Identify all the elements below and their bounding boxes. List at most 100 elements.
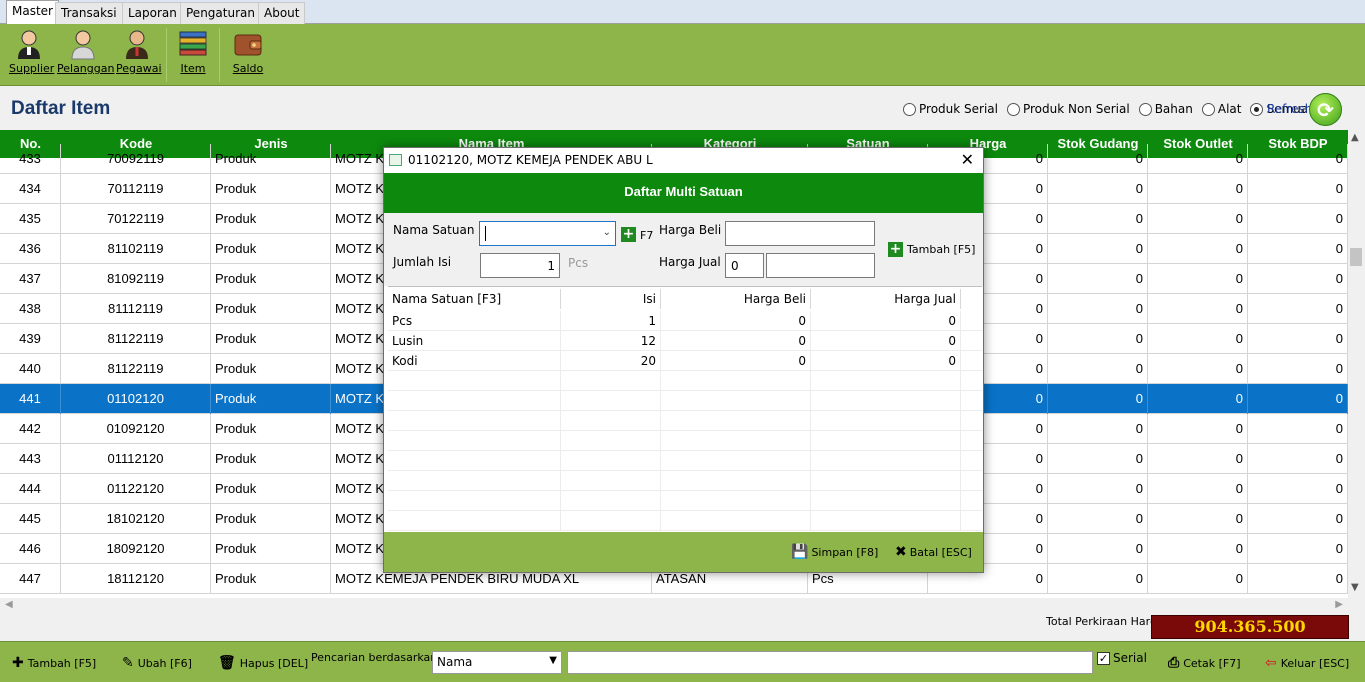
- pencil-icon: ✎: [122, 655, 134, 671]
- cell-stok-outlet: 0: [1148, 384, 1248, 414]
- cell-stok-gudang: 0: [1048, 444, 1148, 474]
- cell-stok-bdp: 0: [1248, 354, 1348, 384]
- harga-beli-input[interactable]: [725, 221, 875, 246]
- column-header-nama-satuan[interactable]: Nama Satuan [F3]: [388, 289, 561, 309]
- jumlah-isi-input[interactable]: 1: [480, 253, 560, 278]
- supplier-label: Supplier: [9, 62, 55, 75]
- cell-stok-gudang: 0: [1048, 354, 1148, 384]
- page-title: Daftar Item: [11, 98, 111, 119]
- cell-no: 444: [0, 474, 61, 504]
- pelanggan-button[interactable]: Pelanggan: [57, 28, 114, 75]
- unit-cell-isi: 20: [561, 351, 661, 371]
- harga-jual-input[interactable]: 0: [725, 253, 764, 278]
- unit-cell-isi: [561, 491, 661, 511]
- save-label: Simpan [F8]: [811, 545, 879, 559]
- unit-table-empty-row: [388, 471, 982, 491]
- grid-horizontal-scrollbar[interactable]: ◀ ▶: [0, 598, 1348, 614]
- tambah-unit-button[interactable]: Tambah [F5]: [907, 243, 975, 256]
- exit-button[interactable]: ⇦ Keluar [ESC]: [1265, 655, 1349, 671]
- cell-kode: 18102120: [61, 504, 211, 534]
- scroll-up-icon[interactable]: ▲: [1351, 132, 1359, 143]
- menu-tab-transaksi[interactable]: Transaksi: [55, 2, 123, 24]
- cell-no: 441: [0, 384, 61, 414]
- cancel-label: Batal [ESC]: [909, 545, 972, 559]
- cell-kode: 01122120: [61, 474, 211, 504]
- saldo-button[interactable]: Saldo: [231, 28, 265, 75]
- serial-checkbox[interactable]: ✓ Serial: [1097, 651, 1147, 665]
- harga-jual-extra-input[interactable]: [766, 253, 875, 278]
- refresh-icon[interactable]: ⟳: [1309, 93, 1342, 126]
- unit-cell-nama: [388, 431, 561, 451]
- unit-cell-harga-beli: [661, 391, 811, 411]
- unit-cell-nama: [388, 451, 561, 471]
- menu-tab-about[interactable]: About: [258, 2, 306, 24]
- refresh-label[interactable]: Refresh: [1267, 102, 1312, 116]
- cell-jenis: Produk: [211, 264, 331, 294]
- dialog-footer: 💾 Simpan [F8] ✖ Batal [ESC]: [384, 532, 983, 572]
- cell-stok-gudang: 0: [1048, 564, 1148, 594]
- pegawai-button[interactable]: Pegawai: [116, 28, 162, 75]
- filter-produk-serial[interactable]: Produk Serial: [903, 102, 998, 116]
- cell-kode: 81092119: [61, 264, 211, 294]
- filter-produk-non-serial[interactable]: Produk Non Serial: [1006, 102, 1130, 116]
- item-button[interactable]: Item: [176, 28, 210, 75]
- add-item-button[interactable]: ✚ Tambah [F5]: [12, 655, 96, 671]
- filter-alat[interactable]: Alat: [1201, 102, 1241, 116]
- printer-icon: ⎙: [1168, 655, 1180, 671]
- cell-no: 447: [0, 564, 61, 594]
- unit-table-row[interactable]: Pcs 1 0 0: [388, 311, 982, 331]
- cell-kode: 81122119: [61, 354, 211, 384]
- search-field-select[interactable]: Nama ▼: [432, 651, 562, 674]
- unit-table-row[interactable]: Lusin 12 0 0: [388, 331, 982, 351]
- column-header-isi[interactable]: Isi: [561, 289, 661, 309]
- cell-no: 438: [0, 294, 61, 324]
- unit-cell-harga-beli: [661, 411, 811, 431]
- add-unit-type-icon[interactable]: +: [621, 227, 636, 242]
- unit-cell-isi: 1: [561, 311, 661, 331]
- cell-stok-bdp: 0: [1248, 234, 1348, 264]
- delete-item-button[interactable]: 🗑 Hapus [DEL]: [218, 655, 308, 671]
- cell-kode: 70112119: [61, 174, 211, 204]
- save-button[interactable]: 💾 Simpan [F8]: [791, 544, 878, 560]
- cell-stok-outlet: 0: [1148, 294, 1248, 324]
- cell-jenis: Produk: [211, 384, 331, 414]
- cell-jenis: Produk: [211, 564, 331, 594]
- filter-bahan[interactable]: Bahan: [1138, 102, 1193, 116]
- unit-cell-harga-beli: 0: [661, 331, 811, 351]
- print-button[interactable]: ⎙ Cetak [F7]: [1168, 655, 1240, 671]
- close-icon[interactable]: ✕: [961, 150, 974, 169]
- chevron-down-icon[interactable]: ⌄: [603, 227, 611, 238]
- scroll-down-icon[interactable]: ▼: [1351, 582, 1359, 593]
- scroll-right-icon[interactable]: ▶: [1335, 599, 1343, 610]
- unit-table-row[interactable]: Kodi 20 0 0: [388, 351, 982, 371]
- unit-cell-harga-beli: [661, 431, 811, 451]
- plus-icon[interactable]: +: [888, 242, 903, 257]
- column-header-harga-beli[interactable]: Harga Beli: [661, 289, 811, 309]
- column-header-harga-jual[interactable]: Harga Jual: [811, 289, 961, 309]
- item-label: Item: [180, 62, 206, 75]
- cell-stok-gudang: 0: [1048, 324, 1148, 354]
- grid-vertical-scrollbar[interactable]: ▲ ▼: [1348, 130, 1365, 598]
- edit-item-button[interactable]: ✎ Ubah [F6]: [122, 655, 192, 671]
- cell-stok-outlet: 0: [1148, 264, 1248, 294]
- menu-tab-master[interactable]: Master: [6, 0, 59, 24]
- scroll-left-icon[interactable]: ◀: [5, 599, 13, 610]
- scroll-thumb[interactable]: [1350, 248, 1362, 266]
- menu-tab-pengaturan[interactable]: Pengaturan: [180, 2, 261, 24]
- cell-kode: 81112119: [61, 294, 211, 324]
- cell-stok-gudang: 0: [1048, 534, 1148, 564]
- cancel-button[interactable]: ✖ Batal [ESC]: [895, 544, 972, 560]
- multi-unit-dialog: 01102120, MOTZ KEMEJA PENDEK ABU L ✕ Daf…: [383, 147, 984, 573]
- menu-bar: Master Transaksi Laporan Pengaturan Abou…: [0, 0, 1365, 24]
- unit-cell-isi: [561, 411, 661, 431]
- nama-satuan-combobox[interactable]: ⌄: [479, 221, 616, 246]
- unit-table-empty-row: [388, 511, 982, 531]
- menu-tab-laporan[interactable]: Laporan: [122, 2, 183, 24]
- supplier-person-icon: [18, 30, 40, 59]
- cell-no: 442: [0, 414, 61, 444]
- search-input[interactable]: [567, 651, 1093, 674]
- pegawai-label: Pegawai: [116, 62, 162, 75]
- cell-stok-bdp: 0: [1248, 144, 1348, 174]
- supplier-button[interactable]: Supplier: [9, 28, 54, 75]
- harga-jual-label: Harga Jual: [659, 255, 721, 269]
